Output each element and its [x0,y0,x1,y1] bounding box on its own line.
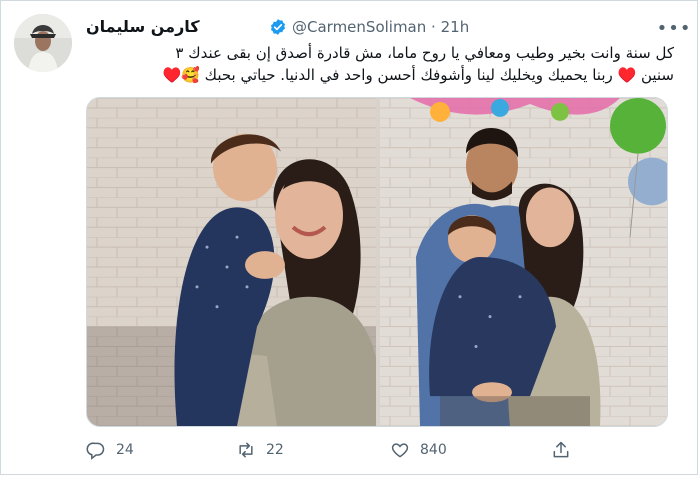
handle-and-time: @CarmenSoliman · 21h [292,16,469,38]
tweet-actions: 24 22 840 [86,438,646,462]
heart-icon [391,443,409,458]
reply-count: 24 [116,442,134,458]
avatar[interactable] [14,14,72,72]
timestamp[interactable]: 21h [441,18,470,36]
handle[interactable]: @CarmenSoliman [292,18,426,36]
separator: · [431,18,436,36]
media-grid [86,97,668,427]
retweet-icon [239,442,253,458]
reply-button[interactable]: 24 [86,438,134,462]
retweet-button[interactable]: 22 [236,438,284,462]
tweet-text-line-1: كل سنة وانت بخير وطيب ومعافي يا روح ماما… [175,44,674,62]
tweet-text: كل سنة وانت بخير وطيب ومعافي يا روح ماما… [86,42,674,86]
share-button[interactable] [551,438,571,462]
photo-right[interactable] [380,98,668,426]
reply-icon [86,442,105,460]
display-name[interactable]: كارمن سليمان [86,16,200,38]
tweet-header: كارمن سليمان @CarmenSoliman · 21h [86,16,652,40]
verified-badge-icon [270,19,286,35]
retweet-count: 22 [266,442,284,458]
like-button[interactable]: 840 [390,438,447,462]
more-horizontal-icon[interactable]: ••• [657,16,691,40]
photo-left[interactable] [87,98,376,426]
like-count: 840 [420,442,447,458]
avatar-image [14,14,72,72]
share-icon [553,441,569,458]
tweet-text-line-2: سنين ♥️ ربنا يحميك ويخليك لينا وأشوفك أح… [162,66,674,84]
